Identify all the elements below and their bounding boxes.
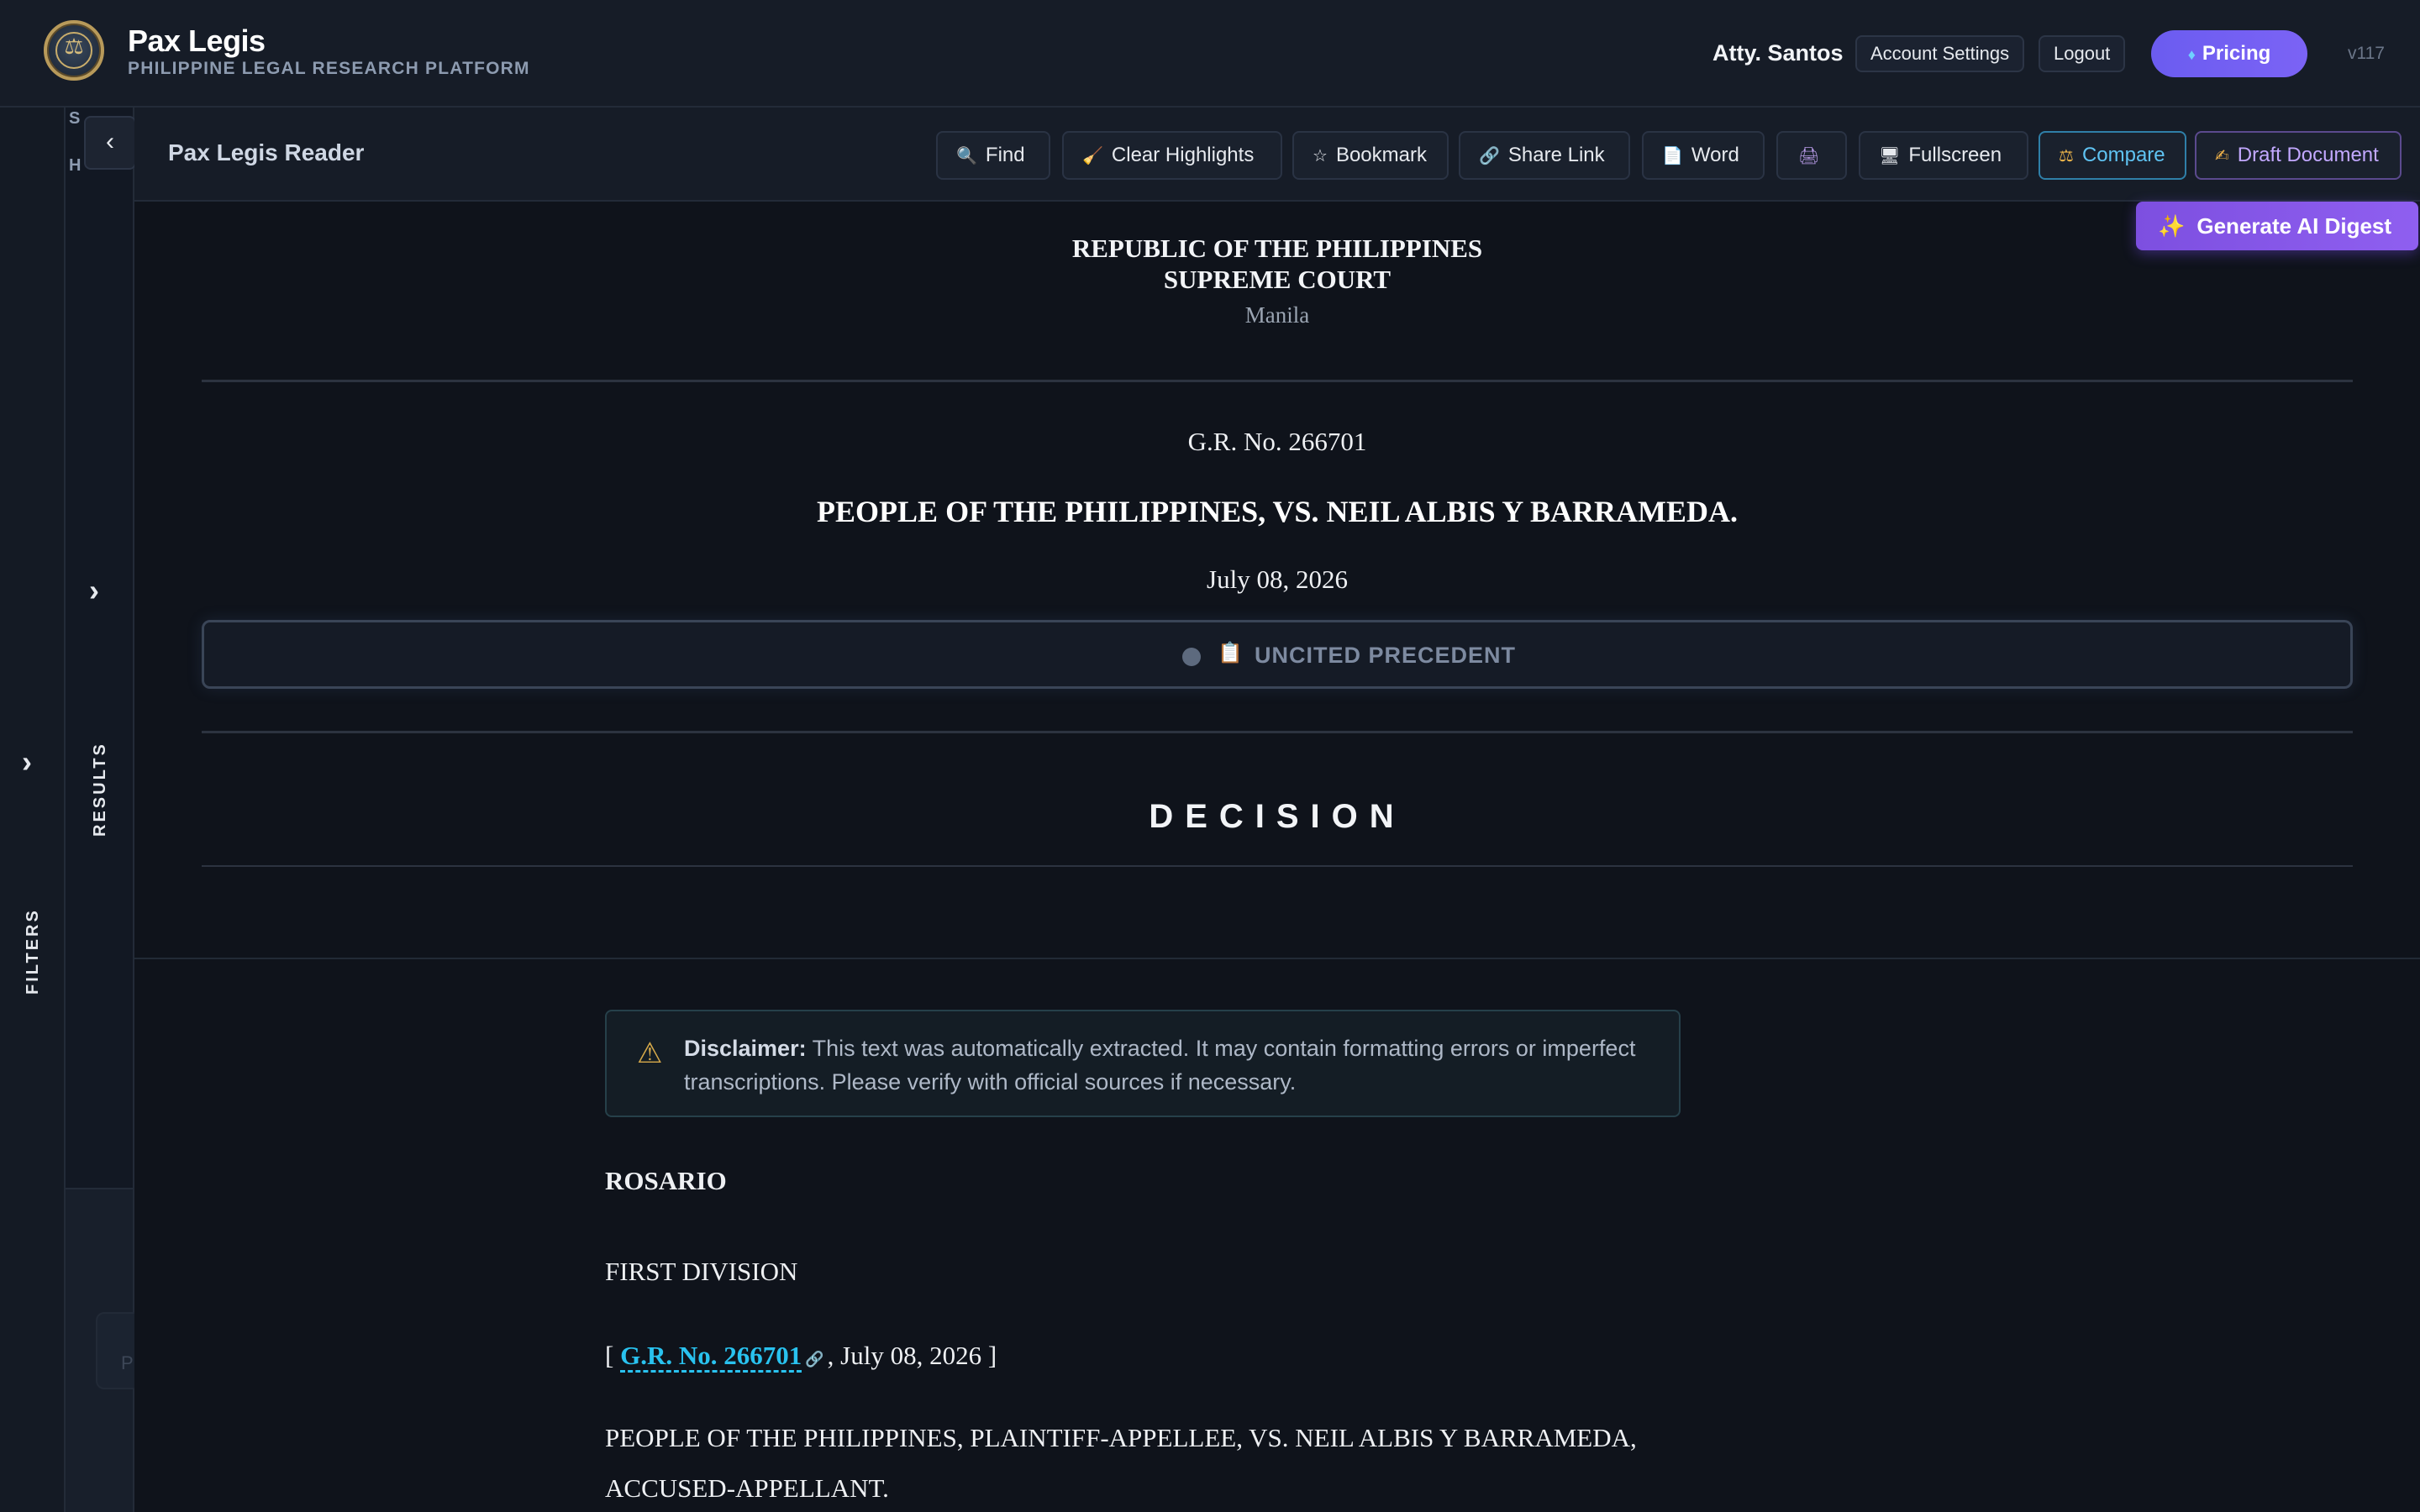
document-viewer: REPUBLIC OF THE PHILIPPINES SUPREME COUR… — [134, 202, 2420, 1512]
find-label: Find — [985, 144, 1025, 166]
extraction-disclaimer: ⚠ Disclaimer: This text was automaticall… — [605, 1010, 1681, 1117]
citation-line: [ G.R. No. 266701 🔗, July 08, 2026 ] — [605, 1341, 997, 1373]
body-separator — [134, 958, 2420, 959]
disclaimer-body: This text was automatically extracted. I… — [684, 1036, 1636, 1095]
clipboard-icon: 📋 — [1218, 642, 1243, 664]
writing-hand-icon: ✍ — [2215, 147, 2229, 165]
citation-status-badge: 📋 UNCITED PRECEDENT — [202, 620, 2353, 689]
printer-icon: 🖨 — [1798, 147, 1820, 165]
citation-status-label: UNCITED PRECEDENT — [1255, 643, 1517, 668]
collapsed-result-letter: P — [121, 1352, 134, 1373]
case-title: PEOPLE OF THE PHILIPPINES, VS. NEIL ALBI… — [817, 495, 1738, 528]
generate-ai-digest-button[interactable]: ✨ Generate AI Digest — [2136, 202, 2418, 250]
gr-number-link[interactable]: G.R. No. 266701 — [620, 1341, 802, 1373]
logout-button[interactable]: Logout — [2039, 35, 2126, 72]
clear-highlights-label: Clear Highlights — [1111, 144, 1255, 166]
rail-letter-s: S — [69, 109, 81, 128]
collapsed-result-card[interactable] — [96, 1312, 134, 1389]
filters-rail[interactable]: › FILTERS — [0, 108, 66, 1512]
header-divider — [202, 380, 2353, 382]
link-icon[interactable]: 🔗 — [805, 1351, 823, 1368]
pricing-label: Pricing — [2202, 42, 2271, 65]
warning-icon: ⚠ — [637, 1037, 663, 1069]
top-bar: ⚖ Pax Legis PHILIPPINE LEGAL RESEARCH PL… — [0, 0, 2420, 108]
draft-document-label: Draft Document — [2237, 144, 2379, 166]
reader-toolbar: Pax Legis Reader 🔍 Find 🧹 Clear Highlights… — [134, 108, 2420, 202]
pax-legis-logo[interactable]: ⚖ — [44, 20, 104, 81]
bookmark-button[interactable]: ☆ Bookmark — [1292, 131, 1449, 180]
results-label[interactable]: RESULTS — [91, 742, 110, 837]
clear-highlights-button[interactable]: 🧹 Clear Highlights — [1062, 131, 1282, 180]
scales-icon: ⚖ — [64, 34, 84, 60]
court-heading: SUPREME COURT — [1163, 265, 1392, 294]
sparkles-icon: ✨ — [2158, 213, 2186, 239]
account-settings-button[interactable]: Account Settings — [1855, 35, 2025, 72]
gr-number: G.R. No. 266701 — [1187, 427, 1367, 456]
word-label: Word — [1691, 144, 1739, 166]
disclaimer-text: Disclaimer: This text was automatically … — [684, 1032, 1659, 1099]
user-name: Atty. Santos — [1712, 40, 1844, 66]
fullscreen-button[interactable]: 🖥 Fullscreen — [1859, 131, 2028, 180]
find-button[interactable]: 🔍 Find — [936, 131, 1050, 180]
division-name: FIRST DIVISION — [605, 1257, 798, 1286]
star-icon: ☆ — [1313, 147, 1328, 165]
ai-digest-label: Generate AI Digest — [2196, 213, 2392, 239]
citation-rest: , July 08, 2026 ] — [827, 1341, 997, 1370]
ponente-name: ROSARIO — [605, 1166, 727, 1195]
parties-line-1: PEOPLE OF THE PHILIPPINES, PLAINTIFF-APP… — [605, 1423, 1637, 1452]
bookmark-label: Bookmark — [1335, 144, 1427, 166]
monitor-icon: 🖥 — [1879, 147, 1901, 165]
app-title: Pax Legis — [128, 24, 266, 58]
status-divider — [202, 731, 2353, 733]
version-label: v117 — [2348, 44, 2385, 63]
citation-open-bracket: [ — [605, 1341, 614, 1370]
fullscreen-label: Fullscreen — [1908, 144, 2002, 166]
chain-link-icon: 🔗 — [1479, 147, 1500, 165]
magnifier-icon: 🔍 — [956, 147, 977, 165]
app-subtitle: PHILIPPINE LEGAL RESEARCH PLATFORM — [128, 59, 530, 78]
status-dot-icon — [1182, 648, 1201, 666]
disclaimer-label: Disclaimer: — [684, 1036, 807, 1061]
results-rail[interactable]: S H › RESULTS — [66, 108, 134, 1512]
balance-scale-icon: ⚖ — [2059, 147, 2074, 165]
expand-filters-chevron-icon[interactable]: › — [22, 744, 32, 780]
rail-letter-h: H — [69, 156, 82, 175]
reader-title: Pax Legis Reader — [168, 139, 365, 165]
decision-date: July 08, 2026 — [1207, 564, 1348, 594]
compare-button[interactable]: ⚖ Compare — [2039, 131, 2186, 180]
pricing-button[interactable]: ♦ Pricing — [2151, 30, 2307, 77]
draft-document-button[interactable]: ✍ Draft Document — [2195, 131, 2402, 180]
compare-label: Compare — [2081, 144, 2165, 166]
diamond-icon: ♦ — [2187, 46, 2196, 63]
republic-heading: REPUBLIC OF THE PHILIPPINES — [1071, 234, 1483, 263]
court-city: Manila — [1244, 302, 1310, 328]
filters-label[interactable]: FILTERS — [24, 908, 43, 995]
parties-line-2: ACCUSED-APPELLANT. — [605, 1473, 889, 1503]
broom-icon: 🧹 — [1082, 147, 1103, 165]
decision-heading: DECISION — [1149, 798, 1406, 835]
word-export-button[interactable]: 📄 Word — [1642, 131, 1765, 180]
decision-divider — [202, 865, 2353, 867]
share-link-label: Share Link — [1507, 144, 1605, 166]
document-icon: 📄 — [1662, 147, 1683, 165]
collapse-sidebar-button[interactable]: ‹ — [84, 116, 136, 170]
expand-results-chevron-icon[interactable]: › — [89, 573, 99, 608]
share-link-button[interactable]: 🔗 Share Link — [1459, 131, 1630, 180]
print-button[interactable]: 🖨 — [1776, 131, 1847, 180]
